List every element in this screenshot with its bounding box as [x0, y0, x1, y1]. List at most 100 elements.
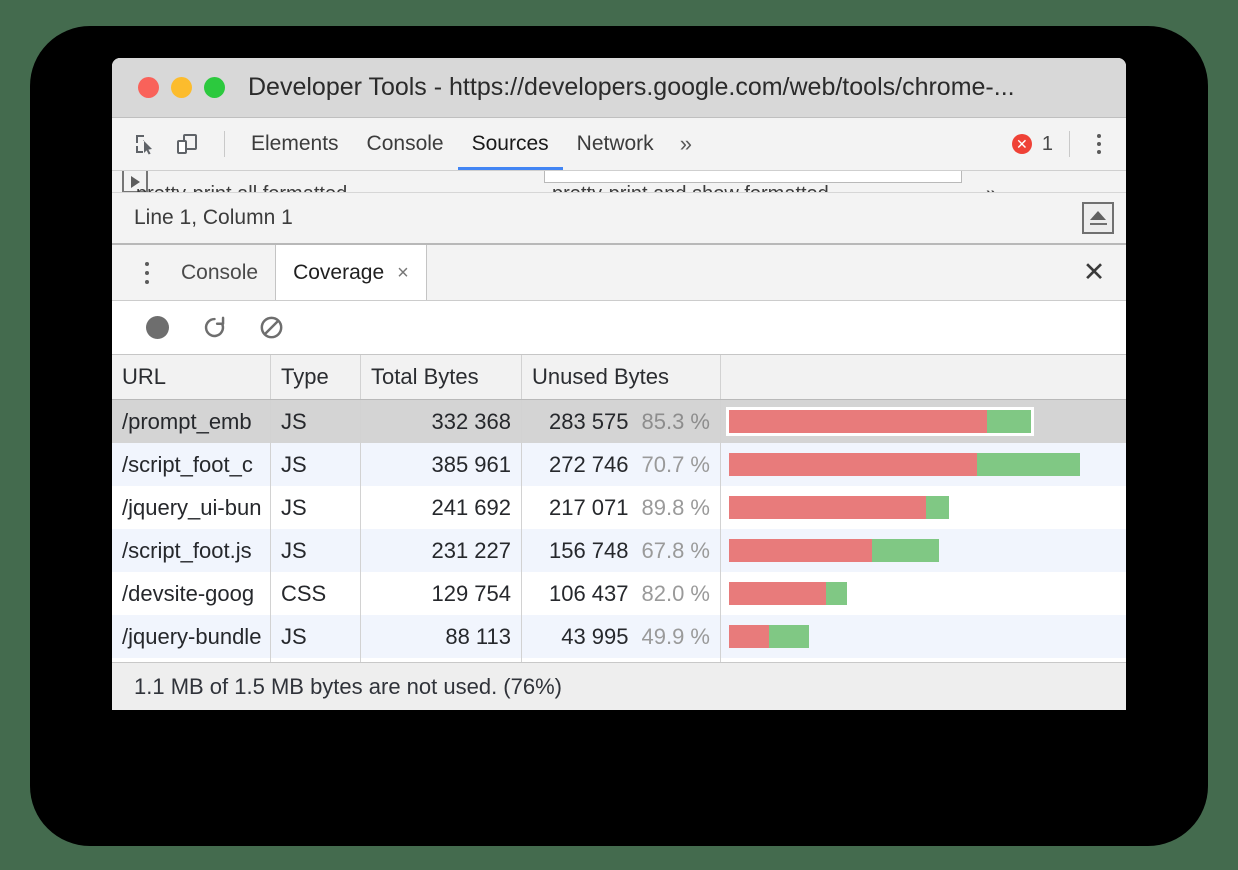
sources-toolbar-chevron-icon[interactable]: »: [986, 182, 997, 192]
tab-network[interactable]: Network: [563, 118, 668, 170]
cell-type: CSS: [271, 572, 361, 615]
error-count-badge[interactable]: ✕ 1: [1011, 132, 1053, 156]
table-row[interactable]: /jquery-bundle JS 88 113 43 995 49.9 %: [112, 615, 1126, 658]
toolbar-divider: [224, 131, 225, 157]
bar-segment-unused: [729, 410, 987, 433]
unused-percent-value: 67.8 %: [641, 537, 711, 563]
kebab-menu-icon[interactable]: [1082, 127, 1116, 161]
table-row[interactable]: /prompt_emb JS 332 368 283 575 85.3 %: [112, 400, 1126, 443]
unused-percent-value: 85.3 %: [641, 408, 711, 434]
unused-bytes-value: 156 748: [548, 537, 629, 563]
cell-type: JS: [271, 400, 361, 443]
coverage-bar: [729, 496, 949, 519]
unused-bytes-value: 43 995: [561, 623, 629, 649]
cell-type: JS: [271, 486, 361, 529]
unused-percent-value: 70.7 %: [641, 451, 711, 477]
cell-total-bytes: 332 368: [361, 400, 522, 443]
cell-coverage-bar: [721, 529, 1126, 572]
drawer-tab-bar: Console Coverage × ✕: [112, 245, 1126, 301]
coverage-bar: [729, 453, 1080, 476]
bar-segment-used: [825, 582, 847, 605]
cell-total-bytes: 88 113: [361, 615, 522, 658]
drawer-tab-console-label: Console: [181, 260, 259, 284]
cell-type: JS: [271, 443, 361, 486]
error-count-label: 1: [1041, 132, 1053, 155]
bar-segment-used: [977, 453, 1080, 476]
coverage-summary-label: 1.1 MB of 1.5 MB bytes are not used. (76…: [134, 673, 562, 699]
bar-segment-used: [986, 410, 1032, 433]
bar-segment-unused: [729, 582, 826, 605]
table-row[interactable]: /script_foot.js JS 231 227 156 748 67.8 %: [112, 529, 1126, 572]
unused-percent-value: 49.9 %: [641, 623, 711, 649]
sources-toolbar-text-left: pretty-print all formatted: [136, 182, 347, 192]
tab-console[interactable]: Console: [353, 118, 458, 170]
cell-total-bytes: 129 754: [361, 572, 522, 615]
column-header-unused-bytes[interactable]: Unused Bytes: [522, 355, 721, 399]
unused-bytes-value: 106 437: [548, 580, 629, 606]
record-circle-icon[interactable]: [142, 313, 172, 343]
table-header-row: URL Type Total Bytes Unused Bytes: [112, 354, 1126, 400]
drawer-tab-coverage[interactable]: Coverage ×: [275, 245, 427, 300]
bar-segment-used: [768, 625, 810, 648]
unused-percent-value: 82.0 %: [641, 580, 711, 606]
window-title: Developer Tools - https://developers.goo…: [248, 73, 1015, 101]
coverage-bar: [729, 539, 940, 562]
editor-status-bar: Line 1, Column 1: [112, 193, 1126, 245]
more-panels-chevron-icon[interactable]: »: [668, 131, 704, 157]
cell-url: /prompt_emb: [112, 400, 271, 443]
table-row[interactable]: /devsite-goog CSS 129 754 106 437 82.0 %: [112, 572, 1126, 615]
bar-segment-unused: [729, 453, 978, 476]
clear-block-icon[interactable]: [256, 313, 286, 343]
toolbar-divider-right: [1069, 131, 1070, 157]
cell-url: /devsite-goog: [112, 572, 271, 615]
unused-bytes-value: 272 746: [548, 451, 629, 477]
cell-coverage-bar: [721, 443, 1126, 486]
device-toolbar-icon[interactable]: [170, 127, 204, 161]
inspect-element-icon[interactable]: [128, 127, 162, 161]
column-header-type[interactable]: Type: [271, 355, 361, 399]
cell-total-bytes: 231 227: [361, 529, 522, 572]
drawer-kebab-menu-icon[interactable]: [130, 245, 164, 300]
window-titlebar: Developer Tools - https://developers.goo…: [112, 58, 1126, 118]
column-header-total-bytes[interactable]: Total Bytes: [361, 355, 522, 399]
devtools-toolbar: Elements Console Sources Network » ✕ 1: [112, 118, 1126, 171]
table-row[interactable]: /script_foot_c JS 385 961 272 746 70.7 %: [112, 443, 1126, 486]
cell-coverage-bar: [721, 400, 1126, 443]
column-header-url[interactable]: URL: [112, 355, 271, 399]
tab-elements[interactable]: Elements: [237, 118, 353, 170]
drawer-tab-coverage-label: Coverage: [293, 260, 385, 284]
cell-coverage-bar: [721, 572, 1126, 615]
unused-bytes-value: 217 071: [548, 494, 629, 520]
cell-url: /script_foot.js: [112, 529, 271, 572]
table-row[interactable]: /jquery_ui-bun JS 241 692 217 071 89.8 %: [112, 486, 1126, 529]
coverage-bar: [729, 582, 847, 605]
close-window-button[interactable]: [138, 77, 159, 98]
cell-url: /jquery_ui-bun: [112, 486, 271, 529]
devtools-window: Developer Tools - https://developers.goo…: [112, 58, 1126, 710]
cell-coverage-bar: [721, 486, 1126, 529]
column-header-visualization[interactable]: [721, 355, 1126, 399]
close-coverage-tab-icon[interactable]: ×: [397, 263, 409, 283]
bar-segment-unused: [729, 496, 927, 519]
cell-url: /jquery-bundle: [112, 615, 271, 658]
tab-sources[interactable]: Sources: [458, 118, 563, 170]
bar-segment-used: [871, 539, 940, 562]
minimize-window-button[interactable]: [171, 77, 192, 98]
unused-percent-value: 89.8 %: [641, 494, 711, 520]
error-circle-icon: ✕: [1011, 134, 1032, 154]
cell-unused-bytes: 156 748 67.8 %: [522, 529, 721, 572]
cell-coverage-bar: [721, 615, 1126, 658]
close-drawer-icon[interactable]: ✕: [1062, 245, 1126, 300]
bar-segment-unused: [729, 539, 872, 562]
bar-segment-used: [926, 496, 949, 519]
zoom-window-button[interactable]: [204, 77, 225, 98]
sources-toolbar-text-right: pretty-print and show formatted: [552, 182, 829, 192]
drawer-tab-console[interactable]: Console: [164, 245, 275, 300]
reload-icon[interactable]: [199, 313, 229, 343]
coverage-summary-bar: 1.1 MB of 1.5 MB bytes are not used. (76…: [112, 662, 1126, 710]
coverage-bar: [729, 625, 810, 648]
show-drawer-icon[interactable]: [1082, 202, 1114, 234]
cell-total-bytes: 241 692: [361, 486, 522, 529]
coverage-toolbar: [112, 301, 1126, 354]
cell-url: /script_foot_c: [112, 443, 271, 486]
